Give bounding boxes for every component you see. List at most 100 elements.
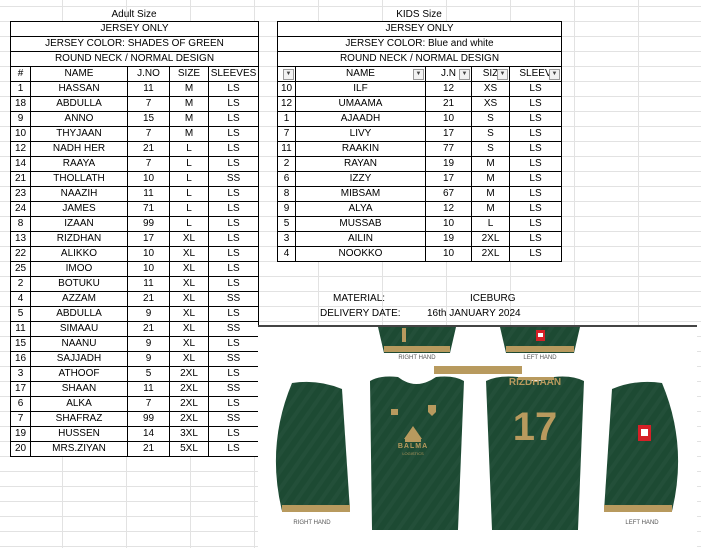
table-cell[interactable]: 2XL bbox=[169, 381, 209, 397]
table-cell[interactable]: 2 bbox=[277, 156, 296, 172]
table-cell[interactable]: 10 bbox=[10, 126, 31, 142]
table-cell[interactable]: LS bbox=[207, 366, 260, 382]
adult-info-cell[interactable]: JERSEY COLOR: SHADES OF GREEN bbox=[9, 36, 260, 52]
table-cell[interactable]: LS bbox=[207, 276, 260, 292]
table-cell[interactable]: 67 bbox=[425, 186, 472, 202]
filter-dropdown-icon[interactable]: ▼ bbox=[413, 69, 424, 80]
table-cell[interactable]: LS bbox=[508, 171, 563, 187]
table-cell[interactable]: L bbox=[471, 216, 510, 232]
adult-column-header[interactable]: SIZE bbox=[169, 66, 209, 82]
table-cell[interactable]: IZAAN bbox=[30, 216, 128, 232]
table-cell[interactable]: XS bbox=[471, 96, 510, 112]
table-cell[interactable]: LS bbox=[508, 81, 563, 97]
kids-column-header[interactable]: ▼ bbox=[277, 66, 296, 82]
table-cell[interactable]: 21 bbox=[10, 171, 31, 187]
table-cell[interactable]: S bbox=[471, 141, 510, 157]
table-cell[interactable]: L bbox=[169, 216, 209, 232]
table-cell[interactable]: 20 bbox=[10, 441, 31, 457]
table-cell[interactable]: L bbox=[169, 171, 209, 187]
table-cell[interactable]: MRS.ZIYAN bbox=[30, 441, 128, 457]
kids-info-cell[interactable]: JERSEY ONLY bbox=[276, 21, 563, 37]
table-cell[interactable]: 11 bbox=[127, 186, 170, 202]
table-cell[interactable]: 11 bbox=[127, 276, 170, 292]
table-cell[interactable]: 9 bbox=[277, 201, 296, 217]
table-cell[interactable]: 16 bbox=[10, 351, 31, 367]
table-cell[interactable]: IMOO bbox=[30, 261, 128, 277]
table-cell[interactable]: M bbox=[169, 111, 209, 127]
table-cell[interactable]: LS bbox=[207, 306, 260, 322]
table-cell[interactable]: ALKA bbox=[30, 396, 128, 412]
table-cell[interactable]: LS bbox=[508, 111, 563, 127]
filter-dropdown-icon[interactable]: ▼ bbox=[497, 69, 508, 80]
table-cell[interactable]: LS bbox=[508, 186, 563, 202]
table-cell[interactable]: L bbox=[169, 201, 209, 217]
table-cell[interactable]: 21 bbox=[127, 291, 170, 307]
table-cell[interactable]: UMAAMA bbox=[295, 96, 426, 112]
table-cell[interactable]: SHAFRAZ bbox=[30, 411, 128, 427]
table-cell[interactable]: 2 bbox=[10, 276, 31, 292]
table-cell[interactable]: 1 bbox=[277, 111, 296, 127]
table-cell[interactable]: MIBSAM bbox=[295, 186, 426, 202]
table-cell[interactable]: NAAZIH bbox=[30, 186, 128, 202]
table-cell[interactable]: 10 bbox=[127, 246, 170, 262]
table-cell[interactable]: AZZAM bbox=[30, 291, 128, 307]
kids-info-cell[interactable]: ROUND NECK / NORMAL DESIGN bbox=[276, 51, 563, 67]
table-cell[interactable]: S bbox=[471, 111, 510, 127]
table-cell[interactable]: LS bbox=[508, 201, 563, 217]
table-cell[interactable]: 99 bbox=[127, 216, 170, 232]
table-cell[interactable]: 24 bbox=[10, 201, 31, 217]
table-cell[interactable]: L bbox=[169, 186, 209, 202]
table-cell[interactable]: 11 bbox=[277, 141, 296, 157]
table-cell[interactable]: AJAADH bbox=[295, 111, 426, 127]
table-cell[interactable]: THOLLATH bbox=[30, 171, 128, 187]
table-cell[interactable]: 9 bbox=[127, 351, 170, 367]
table-cell[interactable]: RAYAN bbox=[295, 156, 426, 172]
table-cell[interactable]: NADH HER bbox=[30, 141, 128, 157]
table-cell[interactable]: LS bbox=[508, 96, 563, 112]
table-cell[interactable]: 19 bbox=[425, 231, 472, 247]
table-cell[interactable]: LS bbox=[207, 441, 260, 457]
table-cell[interactable]: 19 bbox=[425, 156, 472, 172]
adult-column-header[interactable]: # bbox=[10, 66, 31, 82]
table-cell[interactable]: 17 bbox=[127, 231, 170, 247]
table-cell[interactable]: 11 bbox=[127, 381, 170, 397]
table-cell[interactable]: LS bbox=[508, 126, 563, 142]
table-cell[interactable]: SS bbox=[207, 291, 260, 307]
table-cell[interactable]: IZZY bbox=[295, 171, 426, 187]
table-cell[interactable]: HASSAN bbox=[30, 81, 128, 97]
table-cell[interactable]: L bbox=[169, 156, 209, 172]
table-cell[interactable]: 2XL bbox=[169, 411, 209, 427]
adult-column-header[interactable]: SLEEVES bbox=[207, 66, 260, 82]
table-cell[interactable]: SAJJADH bbox=[30, 351, 128, 367]
table-cell[interactable]: 5 bbox=[127, 366, 170, 382]
table-cell[interactable]: ALIKKO bbox=[30, 246, 128, 262]
table-cell[interactable]: XL bbox=[169, 321, 209, 337]
table-cell[interactable]: 13 bbox=[10, 231, 31, 247]
table-cell[interactable]: 12 bbox=[425, 201, 472, 217]
table-cell[interactable]: ATHOOF bbox=[30, 366, 128, 382]
table-cell[interactable]: 2XL bbox=[471, 246, 510, 262]
table-cell[interactable]: 12 bbox=[277, 96, 296, 112]
table-cell[interactable]: 3 bbox=[10, 366, 31, 382]
table-cell[interactable]: M bbox=[471, 201, 510, 217]
table-cell[interactable]: 5 bbox=[10, 306, 31, 322]
table-cell[interactable]: LS bbox=[207, 126, 260, 142]
table-cell[interactable]: LS bbox=[207, 81, 260, 97]
table-cell[interactable]: 10 bbox=[127, 261, 170, 277]
table-cell[interactable]: LS bbox=[207, 111, 260, 127]
table-cell[interactable]: 14 bbox=[127, 426, 170, 442]
table-cell[interactable]: LS bbox=[207, 201, 260, 217]
table-cell[interactable]: LS bbox=[207, 186, 260, 202]
table-cell[interactable]: LS bbox=[207, 246, 260, 262]
table-cell[interactable]: LS bbox=[207, 141, 260, 157]
table-cell[interactable]: 2XL bbox=[169, 366, 209, 382]
table-cell[interactable]: 22 bbox=[10, 246, 31, 262]
adult-column-header[interactable]: NAME bbox=[30, 66, 128, 82]
table-cell[interactable]: XL bbox=[169, 246, 209, 262]
table-cell[interactable]: L bbox=[169, 141, 209, 157]
table-cell[interactable]: 17 bbox=[425, 126, 472, 142]
table-cell[interactable]: LS bbox=[207, 96, 260, 112]
table-cell[interactable]: 7 bbox=[127, 96, 170, 112]
table-cell[interactable]: 21 bbox=[127, 141, 170, 157]
table-cell[interactable]: M bbox=[471, 186, 510, 202]
